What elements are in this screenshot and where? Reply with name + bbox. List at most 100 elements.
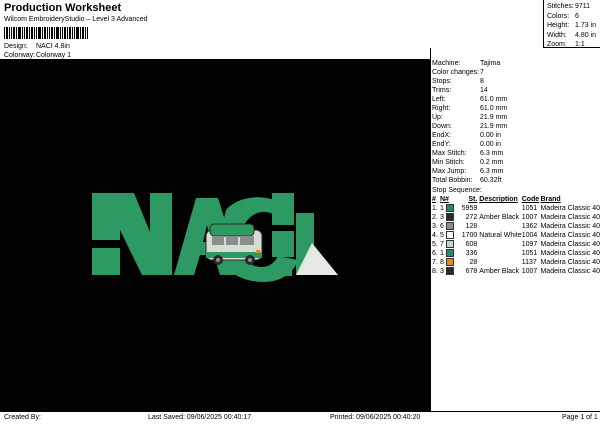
info-row: Total Bobbin: 60.32ft [432,176,600,185]
design-label: Design: [4,43,28,50]
stop-row: 5. 7 608 1097 Madeira Classic 40 [432,240,600,249]
summary-value: 1.73 in [575,22,597,30]
stop-code: 1007 [521,268,538,275]
stop-stitches-cell: 336 [446,249,479,258]
created-by: Created By: [4,414,41,421]
info-row: Max Jump: 6.3 mm [432,167,600,176]
info-label: EndX: [432,132,452,139]
stop-index: 5. [432,241,438,248]
info-row: Color changes:7 [432,68,600,77]
stop-stitches-cell: 128 [446,222,479,231]
info-label: Left: [432,96,446,103]
info-label: Stops: [432,78,452,85]
thread-color-swatch [446,204,455,212]
stop-stitches-cell: 1700 [446,231,479,240]
stop-brand: Madeira Classic 40 [540,241,600,248]
info-row: EndY: 0.00 in [432,140,600,149]
stop-needle: 6 [439,223,444,230]
stop-brand: Madeira Classic 40 [540,232,600,239]
info-value: 60.32ft [480,177,502,184]
col-index: # [432,196,436,203]
col-description: Description [479,196,518,203]
info-value: 14 [480,87,488,94]
info-label: Trims: [432,87,452,94]
stop-stitches: 336 [465,250,478,257]
col-brand: Brand [540,196,561,203]
stop-row: 7. 8 28 1137 Madeira Classic 40 [432,258,600,267]
stop-needle: 7 [439,241,444,248]
info-value: 0.00 in [480,132,502,139]
stop-stitches-cell: 5959 [446,204,479,213]
design-preview-canvas[interactable] [0,60,430,411]
stop-needle: 3 [439,268,444,275]
stop-row: 4. 5 1700 Natural White 1004 Madeira Classic … [432,231,600,240]
info-value: 8 [480,78,484,85]
summary-label: Width: [547,31,567,39]
summary-label: Height: [547,22,570,30]
stop-stitches: 272 [465,214,478,221]
logo-letter-n [92,193,172,275]
info-value: 7 [480,69,484,76]
thread-color-swatch [446,231,455,239]
stop-code: 1004 [521,232,538,239]
stop-description: Amber Black [479,268,519,275]
stop-code: 1051 [521,250,538,257]
stop-table-header: # N# St. Description Code Brand [432,195,600,204]
printed-date: Printed: 09/06/2025 00:40:20 [330,414,421,421]
stop-brand: Madeira Classic 40 [540,223,600,230]
barcode-icon [4,27,88,39]
thread-color-swatch [446,249,455,257]
software-subtitle: Wilcom EmbroideryStudio – Level 3 Advanc… [4,16,148,23]
stop-row: 8. 3 678 Amber Black 1007 Madeira Classic 40 [432,267,600,276]
stop-description [479,240,521,249]
thread-color-swatch [446,213,455,221]
info-label: Machine: [432,60,461,67]
stop-row: 6. 1 336 1051 Madeira Classic 40 [432,249,600,258]
stop-brand: Madeira Classic 40 [540,205,600,212]
summary-value: 1:1 [575,41,585,49]
info-row: Min Stitch: 0.2 mm [432,158,600,167]
info-value: 21.9 mm [480,123,508,130]
logo-letter-i-dot [274,264,292,276]
stop-needle: 3 [439,214,444,221]
stop-sequence-title: Stop Sequence: [432,187,482,194]
info-label: Total Bobbin: [432,177,473,184]
stop-brand: Madeira Classic 40 [540,250,600,257]
info-value: 0.2 mm [480,159,504,166]
design-value: NACI 4.8in [36,43,70,50]
stop-description [479,258,521,267]
embroidery-logo [92,193,338,282]
info-value: 61.0 mm [480,105,508,112]
col-code: Code [521,196,540,203]
info-label: Min Stitch: [432,159,465,166]
stop-description [479,222,521,231]
col-needle: N# [439,196,449,203]
stop-index: 1. [432,205,438,212]
stop-needle: 1 [439,205,444,212]
info-value: 0.00 in [480,141,502,148]
stop-index: 2. [432,214,438,221]
stop-code: 1051 [521,205,538,212]
info-row: Max Stitch: 6.3 mm [432,149,600,158]
stop-stitches-cell: 272 [446,213,479,222]
panel-divider [430,48,431,412]
stop-row: 1. 1 5959 1051 Madeira Classic 40 [432,204,600,213]
stop-needle: 5 [439,232,444,239]
info-label: Up: [432,114,443,121]
stop-code: 1362 [521,223,538,230]
stop-row: 3. 6 128 1362 Madeira Classic 40 [432,222,600,231]
last-saved: Last Saved: 09/06/2025 00:40:17 [148,414,252,421]
stop-stitches: 128 [465,223,478,230]
info-row: Stops: 8 [432,77,600,86]
summary-label: Colors: [547,12,570,20]
stop-stitches: 678 [465,268,478,275]
info-value: 6.3 mm [480,168,504,175]
info-label: Color changes: [432,69,480,76]
stop-stitches: 1700 [461,232,478,239]
summary-label: Zoom: [547,41,567,49]
stop-needle: 8 [439,259,444,266]
summary-height: Height: 1.73 in [547,21,600,31]
info-row: EndX: 0.00 in [432,131,600,140]
info-label: Down: [432,123,452,130]
info-label: Max Jump: [432,168,467,175]
